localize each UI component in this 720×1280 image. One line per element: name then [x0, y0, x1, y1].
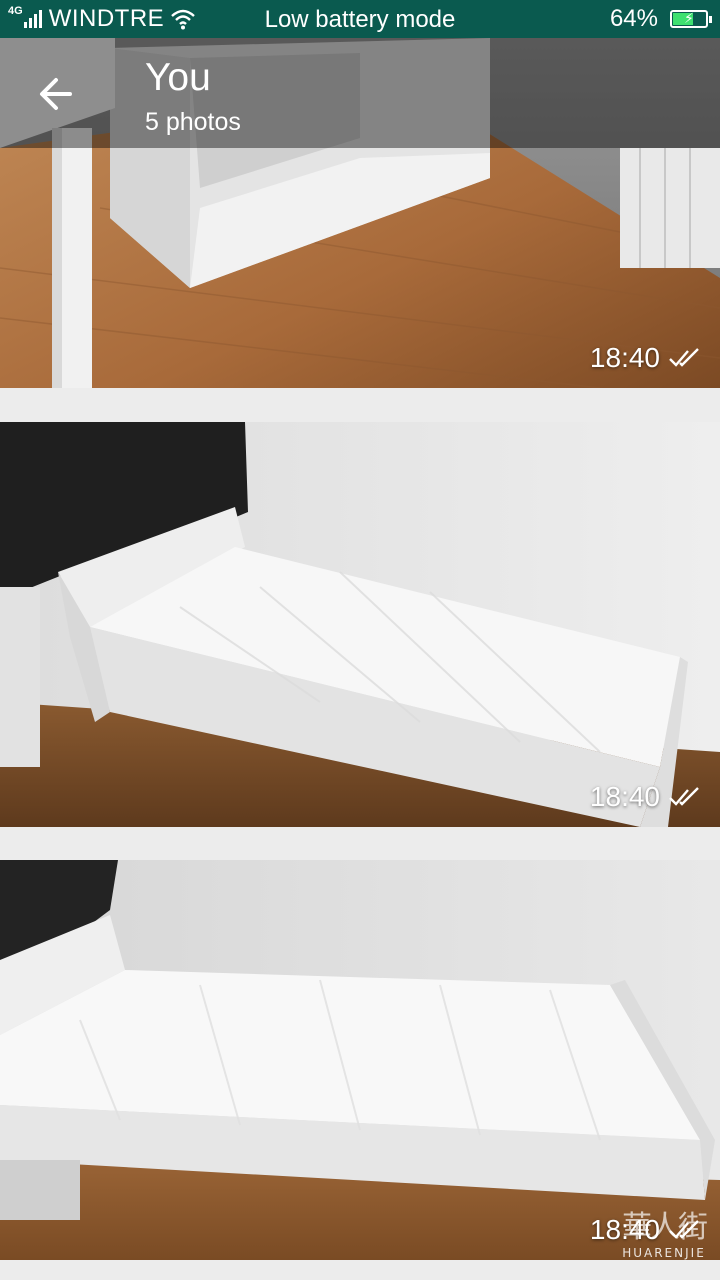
back-arrow-icon[interactable] — [30, 68, 82, 120]
photo-image — [0, 860, 720, 1260]
status-right: 64% ⚡ — [609, 0, 712, 38]
photo-timestamp: 18:40 — [590, 342, 702, 374]
charging-bolt-icon: ⚡ — [684, 10, 694, 26]
photo-time: 18:40 — [589, 781, 660, 812]
watermark: 華人街 HUARENJIE — [622, 1202, 708, 1260]
status-bar: 4G WINDTRE Low battery mode 64% ⚡ — [0, 0, 720, 38]
photo-item[interactable]: 18:40 — [0, 860, 720, 1260]
double-check-icon — [669, 787, 699, 806]
photo-image — [0, 422, 720, 827]
photo-time: 18:40 — [589, 342, 660, 373]
battery-percent: 64% — [609, 5, 658, 32]
watermark-text: HUARENJIE — [622, 1246, 706, 1260]
watermark-logo-icon: 華人街 — [622, 1210, 708, 1245]
app-bar: You 5 photos — [0, 38, 720, 148]
double-check-icon — [669, 348, 699, 367]
page-title: You — [145, 56, 211, 99]
photo-count: 5 photos — [145, 108, 241, 136]
photo-timestamp: 18:40 — [590, 781, 702, 813]
photo-item[interactable]: 18:40 — [0, 422, 720, 827]
battery-icon: ⚡ — [670, 10, 712, 28]
